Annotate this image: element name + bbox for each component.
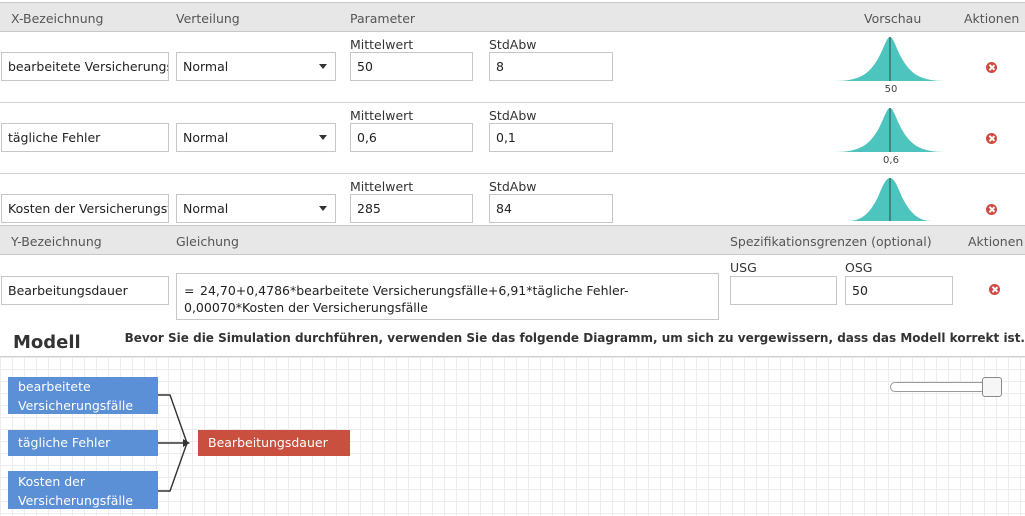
y-header-spezifikation: Spezifikationsgrenzen (optional) (730, 234, 932, 249)
delete-x-icon[interactable] (986, 133, 997, 144)
modell-hint: Bevor Sie die Simulation durchführen, ve… (124, 331, 1025, 345)
modell-title: Modell (13, 332, 81, 353)
sd-input[interactable]: 8 (489, 52, 613, 81)
preview-mean-label: 50 (884, 84, 898, 95)
delete-y-icon[interactable] (989, 284, 1000, 295)
x-row: bearbeitete Versicherungsf Normal Mittel… (0, 32, 1025, 103)
x-header-aktionen: Aktionen (964, 11, 1020, 26)
x-row: tägliche Fehler Normal Mittelwert 0,6 St… (0, 103, 1025, 174)
mean-input[interactable]: 285 (350, 194, 473, 223)
x-name-field[interactable]: bearbeitete Versicherungsf (1, 52, 169, 81)
node-label-line2: Versicherungsfälle (18, 493, 134, 508)
distribution-value: Normal (183, 201, 229, 216)
distribution-value: Normal (183, 130, 229, 145)
y-header-gleichung: Gleichung (176, 234, 239, 249)
usg-label: USG (730, 260, 757, 275)
x-header-parameter: Parameter (350, 11, 416, 26)
distribution-value: Normal (183, 59, 229, 74)
delete-x-icon[interactable] (986, 62, 997, 73)
mean-label: Mittelwert (350, 108, 414, 123)
usg-input[interactable] (730, 276, 837, 305)
distribution-select[interactable]: Normal (176, 52, 336, 81)
node-label-line1: Kosten der (18, 474, 85, 489)
connector-line (158, 442, 188, 492)
x-header-bezeichnung: X-Bezeichnung (11, 11, 104, 26)
distribution-preview-chart (834, 37, 946, 81)
sd-label: StdAbw (489, 179, 537, 194)
node-label-line1: tägliche Fehler (18, 435, 111, 450)
zoom-slider-handle[interactable] (982, 377, 1002, 397)
model-input-node[interactable]: tägliche Fehler (8, 430, 158, 456)
x-table-header: X-Bezeichnung Verteilung Parameter Vorsc… (0, 2, 1025, 32)
mean-input[interactable]: 0,6 (350, 123, 473, 152)
model-input-node[interactable]: bearbeitete Versicherungsfälle (8, 377, 158, 414)
x-name-field[interactable]: tägliche Fehler (1, 123, 169, 152)
y-name-field[interactable]: Bearbeitungsdauer (1, 276, 169, 305)
chevron-down-icon (319, 64, 327, 69)
distribution-select[interactable]: Normal (176, 123, 336, 152)
sd-label: StdAbw (489, 108, 537, 123)
mean-input[interactable]: 50 (350, 52, 473, 81)
y-header-bezeichnung: Y-Bezeichnung (11, 234, 102, 249)
node-label-line1: bearbeitete (18, 379, 91, 394)
chevron-down-icon (319, 206, 327, 211)
distribution-preview-chart (834, 108, 946, 152)
model-input-node[interactable]: Kosten der Versicherungsfälle (8, 471, 158, 509)
distribution-preview-chart (848, 178, 932, 221)
equation-text: 24,70+0,4786*bearbeitete Versicherungsfä… (184, 283, 629, 315)
node-label: Bearbeitungsdauer (208, 435, 328, 450)
chevron-down-icon (319, 135, 327, 140)
model-output-node[interactable]: Bearbeitungsdauer (198, 430, 350, 456)
connector-line (158, 394, 188, 444)
osg-input[interactable]: 50 (845, 276, 953, 305)
x-name-field[interactable]: Kosten der Versicherungsfä (1, 194, 169, 223)
sd-input[interactable]: 84 (489, 194, 613, 223)
delete-x-icon[interactable] (986, 204, 997, 215)
x-header-verteilung: Verteilung (176, 11, 240, 26)
mean-label: Mittelwert (350, 179, 414, 194)
sd-input[interactable]: 0,1 (489, 123, 613, 152)
distribution-select[interactable]: Normal (176, 194, 336, 223)
x-header-vorschau: Vorschau (864, 11, 922, 26)
y-table-header: Y-Bezeichnung Gleichung Spezifikationsgr… (0, 225, 1025, 255)
mean-label: Mittelwert (350, 37, 414, 52)
osg-label: OSG (845, 260, 873, 275)
node-label-line2: Versicherungsfälle (18, 398, 134, 413)
y-header-aktionen: Aktionen (968, 234, 1024, 249)
sd-label: StdAbw (489, 37, 537, 52)
x-row: Kosten der Versicherungsfä Normal Mittel… (0, 174, 1025, 225)
equation-equals-sign: = (184, 283, 195, 298)
preview-mean-label: 0,6 (883, 155, 899, 166)
equation-box: = 24,70+0,4786*bearbeitete Versicherungsf… (176, 273, 719, 320)
